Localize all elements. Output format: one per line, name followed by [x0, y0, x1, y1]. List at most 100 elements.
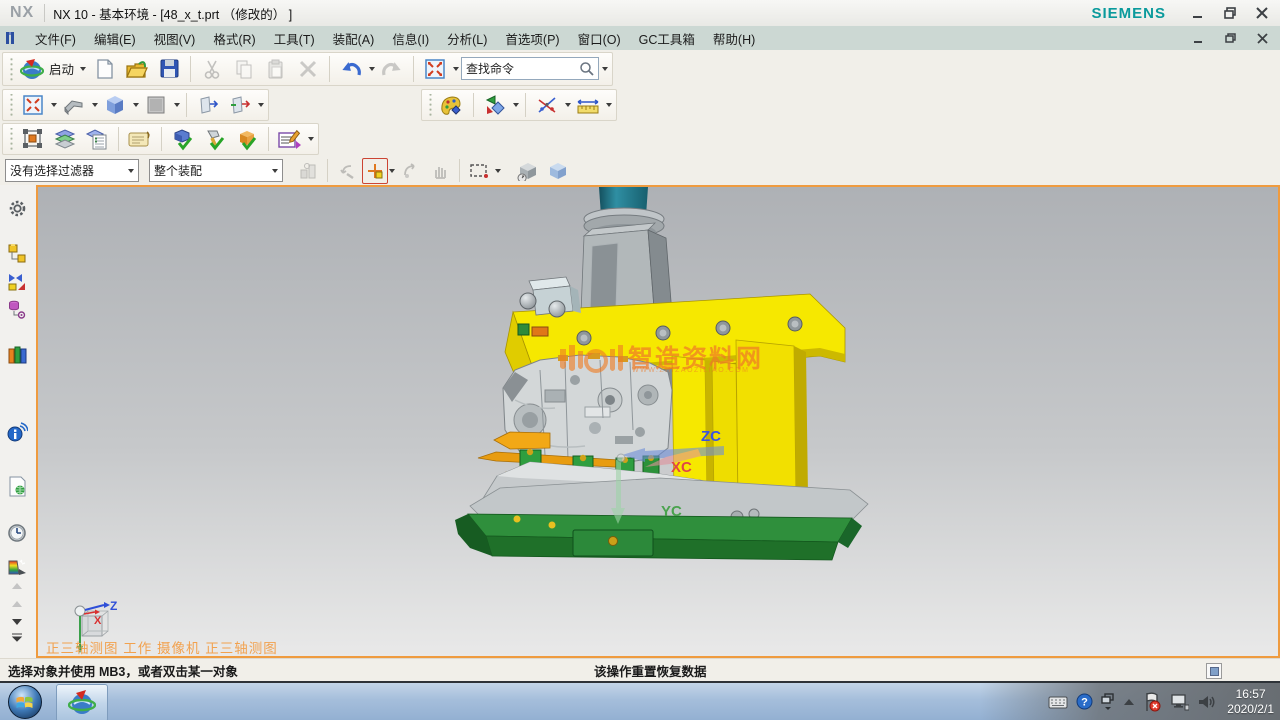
search-value: 查找命令 [466, 60, 575, 77]
help-tray-icon[interactable]: ? [1076, 693, 1093, 710]
toolbar-grip[interactable] [428, 94, 433, 115]
search-dropdown-arrow[interactable] [602, 67, 608, 71]
clock-date: 2020/2/1 [1227, 702, 1274, 717]
delete-x-icon [299, 60, 317, 78]
menu-information[interactable]: 信息(I) [383, 26, 438, 51]
fit-dropdown-arrow[interactable] [51, 103, 57, 107]
restore-icon[interactable] [1216, 3, 1244, 23]
layer-settings-button[interactable] [50, 125, 80, 153]
menu-tools[interactable]: 工具(T) [265, 26, 324, 51]
restore-tray-icon[interactable] [1101, 693, 1115, 711]
show-transparent-button[interactable] [543, 157, 573, 185]
menu-file[interactable]: 文件(F) [26, 26, 85, 51]
undo-button[interactable] [336, 55, 366, 83]
toolbar-grip[interactable] [9, 57, 14, 82]
selection-filter-dropdown[interactable]: 没有选择过滤器 [5, 159, 139, 182]
sidebar-scroll-down-icon[interactable] [2, 615, 32, 629]
new-file-button[interactable] [90, 55, 120, 83]
web-page-icon [8, 476, 27, 497]
orient-view-button[interactable] [59, 91, 89, 119]
check-part-button[interactable] [168, 125, 198, 153]
fit-dropdown-arrow[interactable] [453, 67, 459, 71]
nx-application-window: NX NX 10 - 基本环境 - [48_x_t.prt （修改的） ] SI… [0, 0, 1280, 720]
selection-scope-dropdown[interactable]: 整个装配 [149, 159, 283, 182]
graphics-window[interactable]: 智造资料网 WWW.ZHIZAOZILIAO.COM ZC XC YC Z X … [36, 185, 1280, 658]
keyboard-tray-icon[interactable] [1048, 695, 1068, 709]
measure-angle-button[interactable] [532, 91, 562, 119]
taskbar-clock[interactable]: 16:57 2020/2/1 [1227, 687, 1274, 717]
save-button[interactable] [154, 55, 184, 83]
menu-edit[interactable]: 编辑(E) [85, 26, 145, 51]
role-palette-button[interactable] [437, 91, 467, 119]
menu-preferences[interactable]: 首选项(P) [496, 26, 568, 51]
toolbar-grip[interactable] [9, 128, 14, 149]
constraint-navigator-icon [7, 272, 27, 292]
command-search-input[interactable]: 查找命令 [461, 57, 599, 80]
action-center-flag-icon[interactable] [1143, 692, 1161, 712]
show-shaded-button[interactable] [513, 157, 543, 185]
child-close-icon[interactable] [1248, 28, 1276, 48]
text-dropdown-arrow[interactable] [308, 137, 314, 141]
menu-assemblies[interactable]: 装配(A) [324, 26, 384, 51]
check-tool-button[interactable] [200, 125, 230, 153]
menu-format[interactable]: 格式(R) [204, 26, 264, 51]
cut-button [197, 55, 227, 83]
move-component-button[interactable] [18, 125, 48, 153]
web-browser-button[interactable] [2, 471, 32, 501]
menu-view[interactable]: 视图(V) [145, 26, 205, 51]
visualization-dropdown-arrow[interactable] [513, 103, 519, 107]
show-datum-axis-button[interactable] [225, 91, 255, 119]
minimize-icon[interactable] [1184, 3, 1212, 23]
menu-window[interactable]: 窗口(O) [569, 26, 630, 51]
annotation-note-button[interactable] [125, 125, 155, 153]
show-hidden-icons[interactable] [1123, 698, 1135, 706]
background-button[interactable] [141, 91, 171, 119]
volume-tray-icon[interactable] [1197, 693, 1215, 711]
constraint-navigator-button[interactable] [2, 267, 32, 297]
snap-point-button[interactable] [362, 158, 388, 184]
start-menu-button[interactable]: 启动 [18, 55, 88, 83]
roles-button[interactable] [2, 193, 32, 223]
menu-help[interactable]: 帮助(H) [704, 26, 764, 51]
start-button[interactable] [7, 684, 43, 720]
show-datum-button[interactable] [193, 91, 223, 119]
menu-analysis[interactable]: 分析(L) [438, 26, 496, 51]
network-tray-icon[interactable] [1169, 693, 1189, 711]
menu-gc-toolbox[interactable]: GC工具箱 [630, 26, 704, 51]
wcs-label-xc: XC [671, 459, 692, 476]
measure-distance-button[interactable] [573, 91, 603, 119]
model-green-base[interactable] [455, 514, 862, 560]
check-assembly-button[interactable] [232, 125, 262, 153]
undo-dropdown-arrow[interactable] [369, 67, 375, 71]
reuse-library-button[interactable] [2, 340, 32, 370]
layer-category-button[interactable] [82, 125, 112, 153]
child-restore-icon[interactable] [1216, 28, 1244, 48]
paste-clipboard-icon [266, 59, 286, 79]
sidebar-scroll-bottom-icon[interactable] [2, 631, 32, 647]
history-button[interactable] [2, 518, 32, 548]
rendering-style-button[interactable] [100, 91, 130, 119]
open-button[interactable] [122, 55, 152, 83]
marquee-select-button[interactable] [464, 157, 494, 185]
3d-model-canvas[interactable] [38, 187, 1278, 656]
background-dropdown-arrow[interactable] [174, 103, 180, 107]
fit-window-button[interactable] [18, 91, 48, 119]
text-edit-button[interactable] [275, 125, 305, 153]
toolbar-grip[interactable] [9, 94, 14, 115]
marquee-dropdown-arrow[interactable] [495, 169, 501, 173]
internet-navigator-button[interactable] [2, 417, 32, 447]
datum-dropdown-arrow[interactable] [258, 103, 264, 107]
command-finder-button[interactable] [420, 55, 450, 83]
validate-part-icon [171, 127, 195, 151]
visualization-button[interactable] [480, 91, 510, 119]
status-window-icon[interactable] [1206, 663, 1222, 679]
close-icon[interactable] [1248, 3, 1276, 23]
child-minimize-icon[interactable] [1184, 28, 1212, 48]
ruler-dropdown-arrow[interactable] [606, 103, 612, 107]
part-navigator-button[interactable] [2, 295, 32, 325]
rendering-dropdown-arrow[interactable] [133, 103, 139, 107]
measure-dropdown-arrow[interactable] [565, 103, 571, 107]
taskbar-nx-button[interactable] [56, 684, 108, 720]
assembly-navigator-button[interactable] [2, 239, 32, 269]
orient-dropdown-arrow[interactable] [92, 103, 98, 107]
